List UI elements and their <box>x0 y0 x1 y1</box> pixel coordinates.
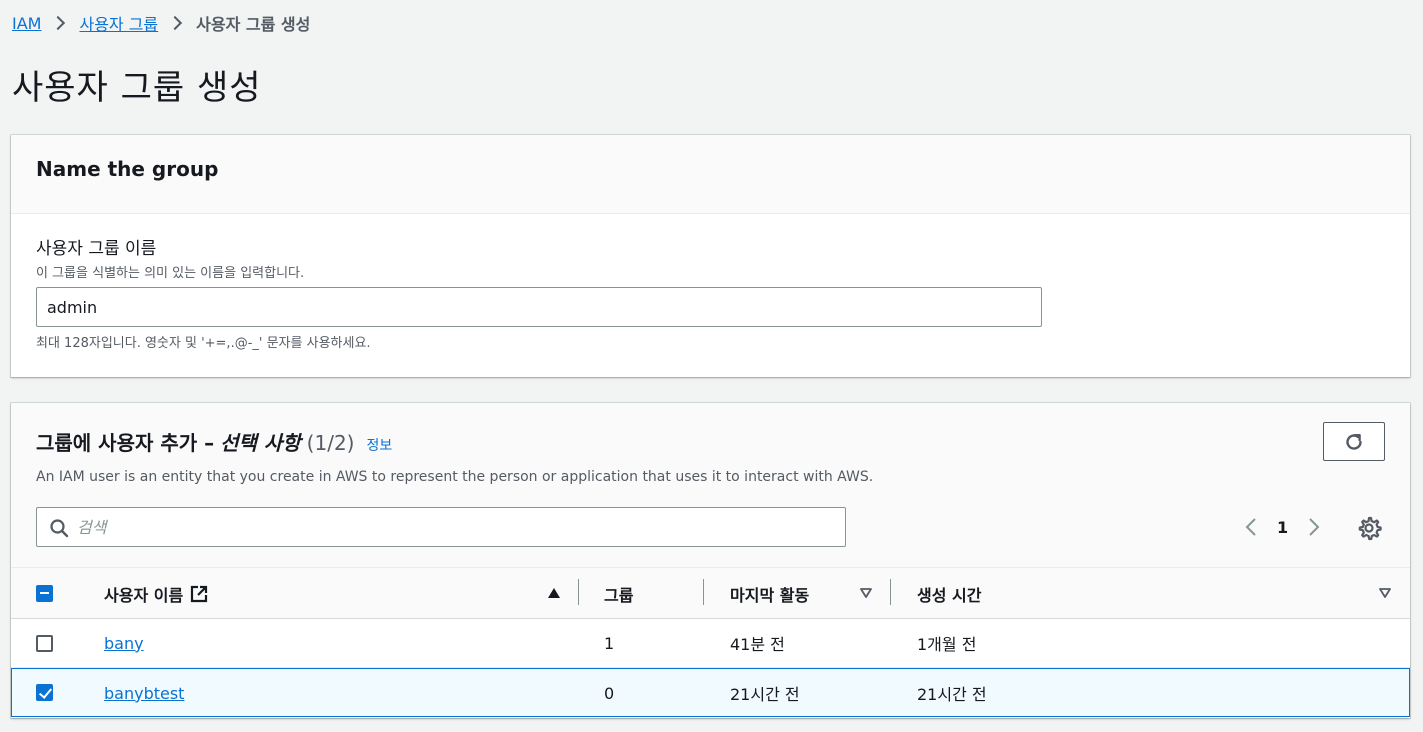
groups-cell: 0 <box>604 683 615 703</box>
refresh-button[interactable] <box>1323 422 1385 461</box>
name-group-header: Name the group <box>11 135 1410 214</box>
breadcrumb-iam-link[interactable]: IAM <box>12 14 41 33</box>
breadcrumb-current: 사용자 그룹 생성 <box>196 15 311 34</box>
username-link[interactable]: bany <box>104 634 144 653</box>
sort-descending-icon[interactable] <box>860 588 872 598</box>
search-field <box>36 507 846 547</box>
group-name-constraint: 최대 128자입니다. 영숫자 및 '+=,.@-_' 문자를 사용하세요. <box>36 336 371 351</box>
external-link-icon <box>191 585 208 602</box>
column-header-groups: 그룹 <box>604 585 634 605</box>
table-row-selected[interactable]: banybtest 0 21시간 전 21시간 전 <box>11 668 1410 717</box>
info-link[interactable]: 정보 <box>366 435 392 455</box>
breadcrumb: IAM 사용자 그룹 사용자 그룹 생성 <box>12 11 311 35</box>
chevron-right-icon <box>51 15 66 31</box>
column-divider[interactable] <box>890 579 891 605</box>
table-header: 사용자 이름 그룹 마지막 활동 생성 시간 <box>11 567 1410 619</box>
last-activity-cell: 41분 전 <box>730 635 785 654</box>
column-username-label: 사용자 이름 <box>104 585 184 605</box>
row-checkbox[interactable] <box>36 684 53 701</box>
current-page-number[interactable]: 1 <box>1277 518 1288 537</box>
next-page-button[interactable] <box>1302 515 1326 539</box>
chevron-left-icon <box>1245 518 1256 536</box>
selection-count: (1/2) <box>306 431 355 455</box>
row-checkbox[interactable] <box>36 635 53 652</box>
column-header-last-activity[interactable]: 마지막 활동 <box>730 568 809 619</box>
name-group-heading: Name the group <box>36 157 219 181</box>
pagination: 1 <box>1239 511 1326 543</box>
last-activity-cell: 21시간 전 <box>730 685 800 704</box>
column-header-username[interactable]: 사용자 이름 <box>104 568 209 619</box>
add-users-title: 그룹에 사용자 추가 – <box>36 431 215 455</box>
settings-gear-icon[interactable] <box>1356 515 1382 541</box>
username-cell: bany <box>104 619 144 667</box>
optional-label: 선택 사항 <box>220 431 301 455</box>
username-link[interactable]: banybtest <box>104 684 184 703</box>
page-title: 사용자 그룹 생성 <box>12 68 262 108</box>
search-input[interactable] <box>77 508 837 546</box>
search-icon <box>50 519 69 538</box>
users-table: 사용자 이름 그룹 마지막 활동 생성 시간 bany 1 41분 전 1개월 … <box>11 567 1410 717</box>
column-header-creation-time[interactable]: 생성 시간 <box>917 568 981 619</box>
add-users-description: An IAM user is an entity that you create… <box>36 469 874 485</box>
creation-time-cell: 21시간 전 <box>917 685 987 704</box>
breadcrumb-user-groups-link[interactable]: 사용자 그룹 <box>79 11 158 35</box>
group-name-description: 이 그룹을 식별하는 의미 있는 이름을 입력합니다. <box>36 266 305 281</box>
refresh-icon <box>1346 433 1362 450</box>
username-cell: banybtest <box>104 669 184 717</box>
group-name-input[interactable] <box>36 287 1042 327</box>
creation-time-cell: 1개월 전 <box>917 635 977 654</box>
table-row[interactable]: bany 1 41분 전 1개월 전 <box>11 619 1410 668</box>
chevron-right-icon <box>1309 518 1320 536</box>
select-all-checkbox[interactable] <box>36 585 53 602</box>
column-divider[interactable] <box>703 579 704 605</box>
name-group-panel: Name the group 사용자 그룹 이름 이 그룹을 식별하는 의미 있… <box>11 135 1410 377</box>
previous-page-button[interactable] <box>1239 515 1263 539</box>
add-users-heading: 그룹에 사용자 추가 – 선택 사항 (1/2) 정보 <box>36 427 392 456</box>
group-name-label: 사용자 그룹 이름 <box>36 239 157 259</box>
sort-descending-icon[interactable] <box>1379 588 1391 598</box>
column-divider[interactable] <box>578 579 579 605</box>
add-users-panel: 그룹에 사용자 추가 – 선택 사항 (1/2) 정보 An IAM user … <box>11 403 1410 718</box>
chevron-right-icon <box>168 15 183 31</box>
sort-ascending-icon[interactable] <box>548 588 560 598</box>
groups-cell: 1 <box>604 633 615 653</box>
